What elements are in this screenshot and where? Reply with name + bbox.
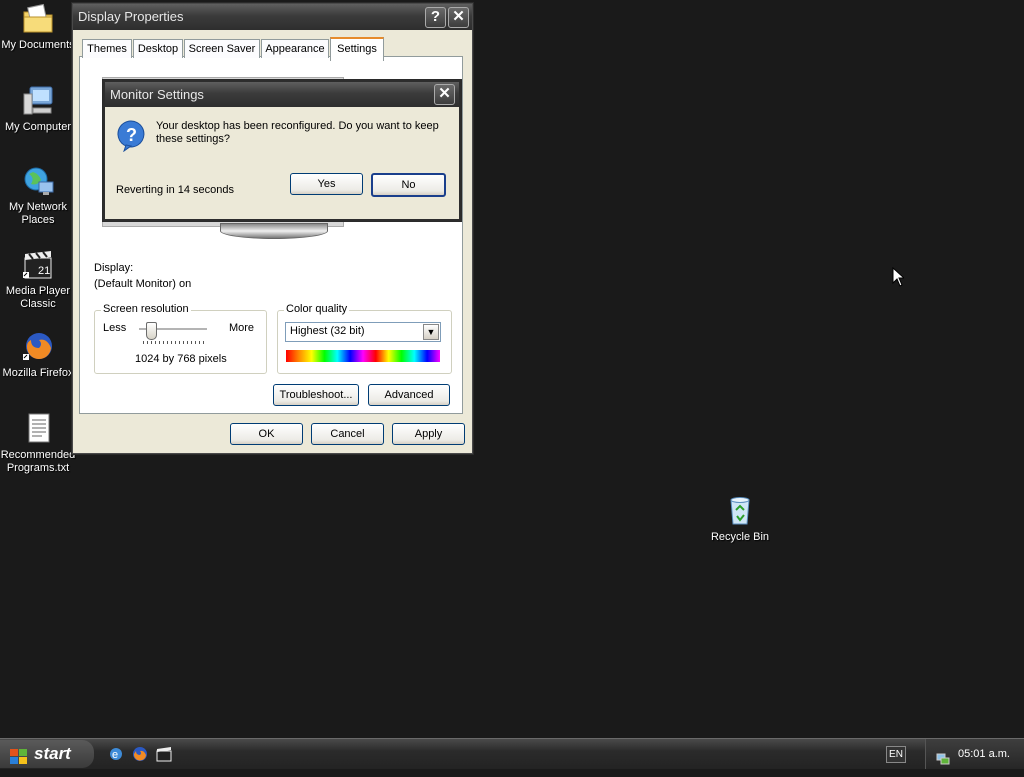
close-button[interactable]: ✕ bbox=[434, 84, 455, 105]
quick-launch-ie-icon[interactable]: e bbox=[108, 746, 124, 762]
no-button[interactable]: No bbox=[371, 173, 446, 197]
color-quality-group: Color quality Highest (32 bit) ▼ bbox=[277, 303, 452, 374]
chevron-down-icon[interactable]: ▼ bbox=[423, 324, 439, 340]
desktop-icon-mozilla-firefox[interactable]: Mozilla Firefox bbox=[0, 330, 78, 380]
mouse-cursor bbox=[892, 266, 906, 287]
tab-desktop[interactable]: Desktop bbox=[133, 39, 183, 58]
desktop-icon-label: My Computer bbox=[4, 121, 72, 133]
desktop-icon-label: Media Player Classic bbox=[5, 285, 71, 310]
firefox-icon bbox=[21, 330, 55, 364]
svg-text:21: 21 bbox=[38, 265, 50, 277]
color-spectrum-bar bbox=[286, 350, 440, 362]
help-button[interactable]: ? bbox=[425, 7, 446, 28]
screen-resolution-group: Screen resolution Less More 1024 by 768 … bbox=[94, 303, 267, 374]
quick-launch-firefox-icon[interactable] bbox=[132, 746, 148, 762]
language-indicator[interactable]: EN bbox=[886, 746, 906, 763]
dialog-title: Monitor Settings bbox=[110, 87, 204, 102]
advanced-button[interactable]: Advanced bbox=[368, 384, 450, 406]
question-icon: ? bbox=[117, 120, 145, 153]
text-file-icon bbox=[21, 412, 55, 446]
apply-button[interactable]: Apply bbox=[392, 423, 465, 445]
display-label: Display: bbox=[94, 262, 134, 274]
dialog-message: Your desktop has been reconfigured. Do y… bbox=[156, 120, 439, 145]
network-tray-icon[interactable] bbox=[936, 747, 950, 765]
computer-icon bbox=[21, 84, 55, 118]
svg-text:?: ? bbox=[126, 125, 137, 145]
resolution-slider-ticks bbox=[143, 341, 207, 344]
start-button[interactable]: start bbox=[0, 740, 94, 768]
color-quality-select[interactable]: Highest (32 bit) ▼ bbox=[285, 322, 441, 342]
display-value: (Default Monitor) on bbox=[94, 278, 192, 290]
svg-text:e: e bbox=[112, 749, 118, 761]
tab-appearance[interactable]: Appearance bbox=[261, 39, 329, 58]
tab-themes[interactable]: Themes bbox=[82, 39, 132, 58]
desktop-icon-label: Mozilla Firefox bbox=[2, 367, 74, 379]
revert-countdown: Reverting in 14 seconds bbox=[116, 184, 235, 196]
monitor-settings-dialog: Monitor Settings ✕ ? Your desktop has be… bbox=[103, 80, 461, 221]
desktop-icon-label: Recommended Programs.txt bbox=[0, 449, 76, 474]
tab-settings[interactable]: Settings bbox=[330, 37, 384, 61]
windows-logo-icon bbox=[10, 746, 28, 774]
resolution-value: 1024 by 768 pixels bbox=[135, 353, 227, 365]
more-label: More bbox=[228, 322, 254, 334]
troubleshoot-button[interactable]: Troubleshoot... bbox=[273, 384, 359, 406]
tab-screen-saver[interactable]: Screen Saver bbox=[184, 39, 260, 58]
color-quality-title: Color quality bbox=[284, 303, 350, 315]
display-properties-titlebar[interactable]: Display Properties ? ✕ bbox=[73, 4, 472, 30]
desktop-icon-my-documents[interactable]: My Documents bbox=[0, 2, 78, 52]
clock[interactable]: 05:01 a.m. bbox=[958, 739, 1010, 769]
monitor-stand bbox=[220, 223, 328, 239]
recycle-bin-icon bbox=[723, 494, 757, 528]
folder-documents-icon bbox=[21, 2, 55, 36]
media-player-clapper-icon: 21 bbox=[21, 248, 55, 282]
desktop-icon-my-network-places[interactable]: My Network Places bbox=[0, 164, 78, 227]
screen-resolution-title: Screen resolution bbox=[101, 303, 191, 315]
desktop-icon-recycle-bin[interactable]: Recycle Bin bbox=[700, 494, 780, 544]
desktop-icon-recommended-programs[interactable]: Recommended Programs.txt bbox=[0, 412, 78, 475]
desktop-icon-my-computer[interactable]: My Computer bbox=[0, 84, 78, 134]
window-title: Display Properties bbox=[78, 9, 184, 24]
cancel-button[interactable]: Cancel bbox=[311, 423, 384, 445]
start-label: start bbox=[34, 744, 71, 763]
quick-launch-media-player-icon[interactable] bbox=[156, 746, 172, 762]
system-tray: 05:01 a.m. bbox=[925, 739, 1024, 769]
color-quality-value: Highest (32 bit) bbox=[290, 325, 365, 337]
taskbar: start e EN 05:01 a.m. bbox=[0, 738, 1024, 769]
display-properties-window: Display Properties ? ✕ Display: (Default… bbox=[72, 3, 473, 454]
ok-button[interactable]: OK bbox=[230, 423, 303, 445]
desktop-icon-label: Recycle Bin bbox=[710, 531, 770, 543]
desktop-icon-label: My Documents bbox=[1, 39, 75, 51]
less-label: Less bbox=[103, 322, 127, 334]
desktop-icon-label: My Network Places bbox=[8, 201, 68, 226]
network-globe-icon bbox=[21, 164, 55, 198]
monitor-settings-titlebar[interactable]: Monitor Settings ✕ bbox=[105, 82, 459, 107]
yes-button[interactable]: Yes bbox=[290, 173, 363, 195]
resolution-slider-thumb[interactable] bbox=[146, 322, 157, 340]
close-button[interactable]: ✕ bbox=[448, 7, 469, 28]
desktop-icon-media-player-classic[interactable]: 21 Media Player Classic bbox=[0, 248, 78, 311]
